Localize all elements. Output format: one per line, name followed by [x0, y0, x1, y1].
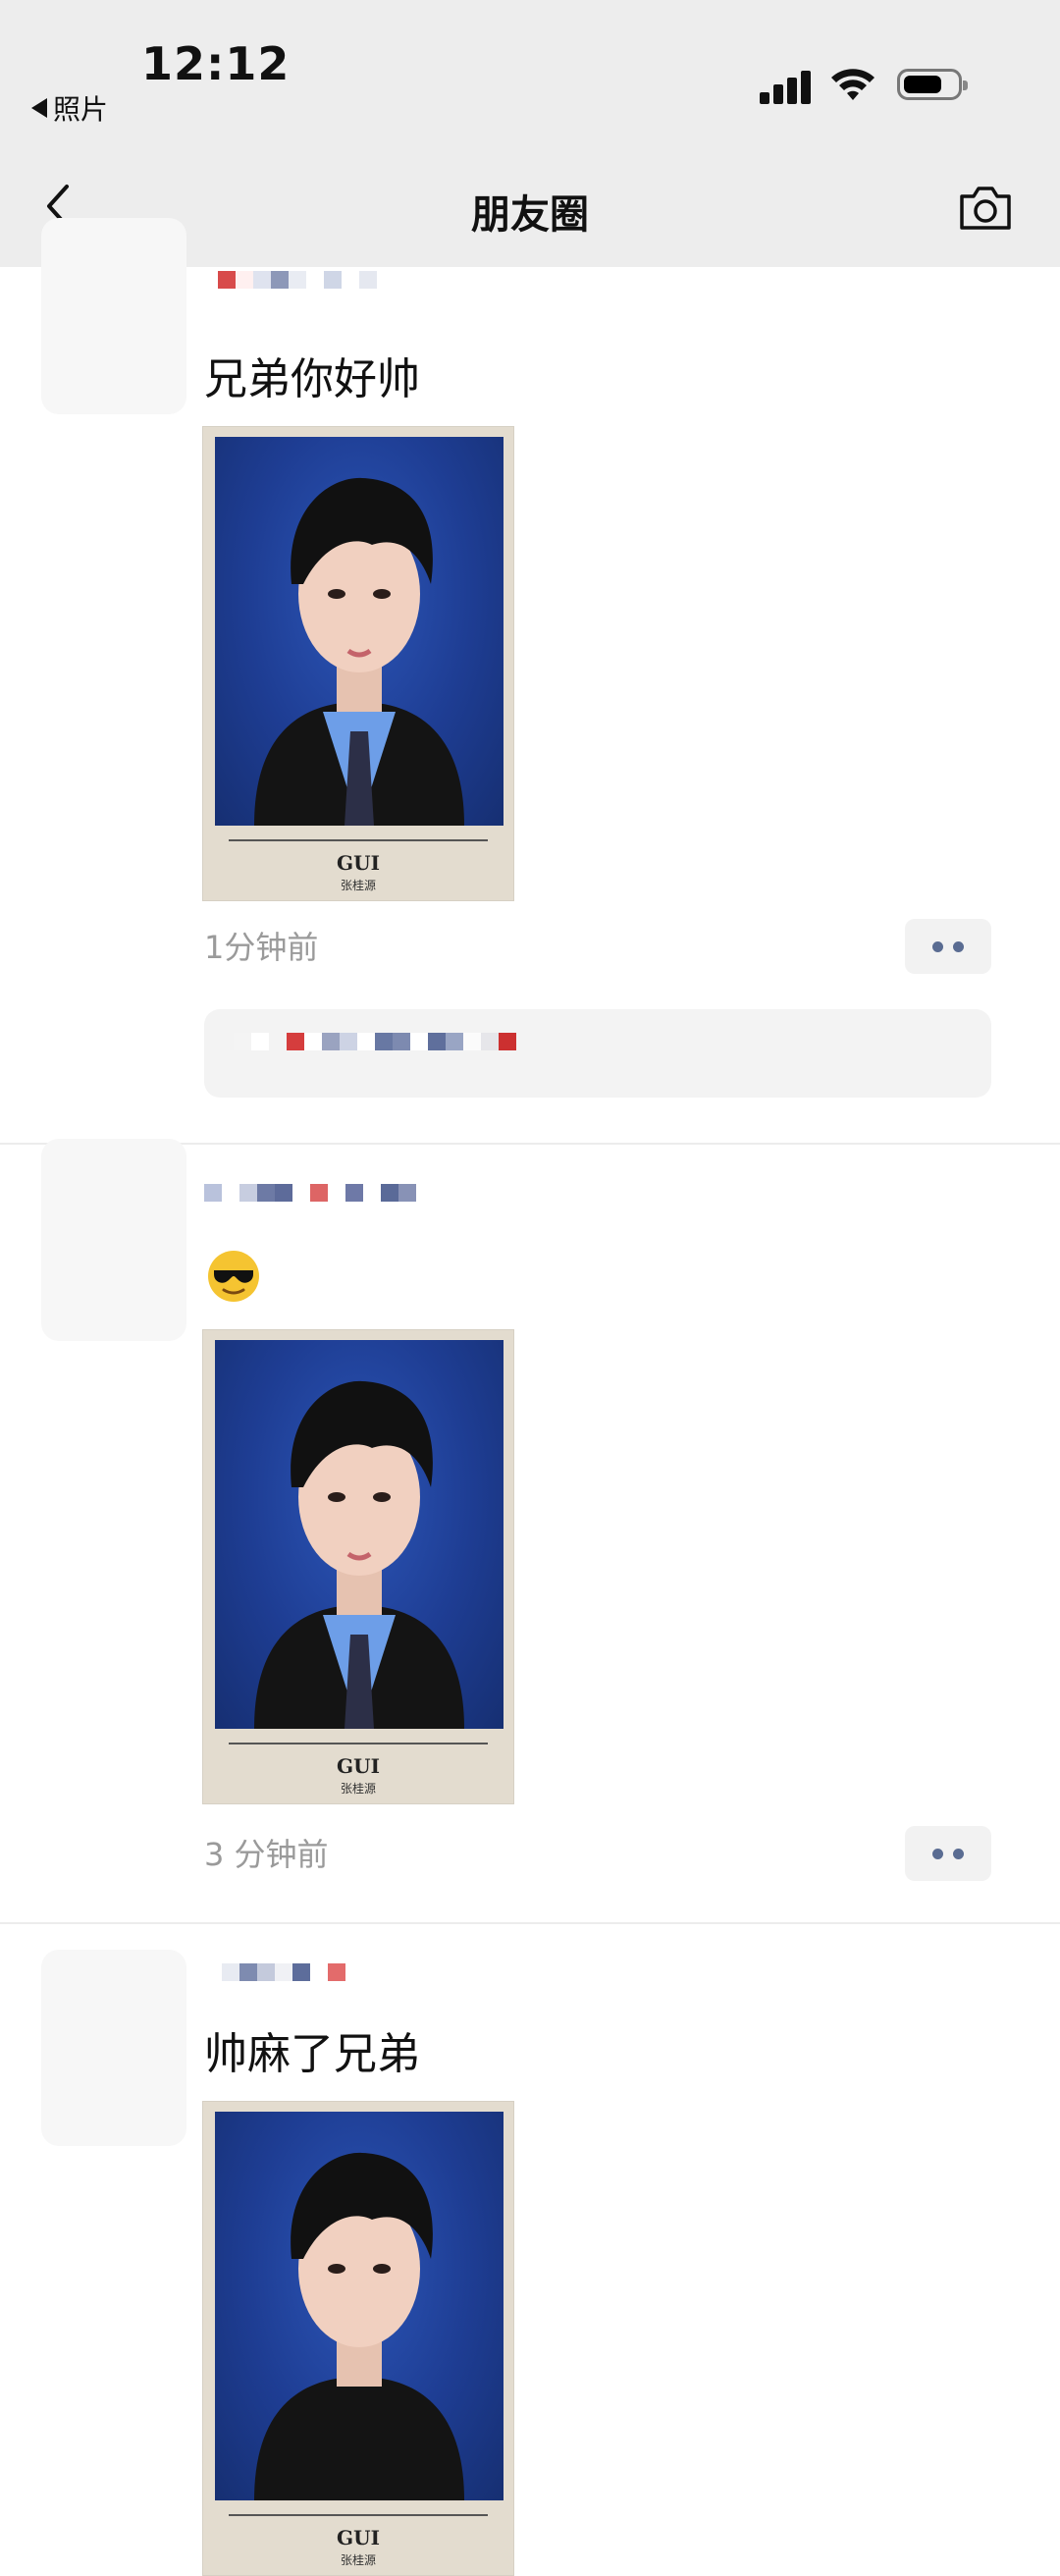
username-redacted[interactable]: [218, 271, 377, 308]
moments-feed[interactable]: 兄弟你好帅 GUI 张桂源 1分钟前 GUI 张桂源 3 分钟前 帅麻了兄弟 G…: [0, 218, 1060, 2576]
comment-redacted: [234, 1033, 516, 1070]
wifi-icon: [831, 69, 874, 100]
dot-icon: [953, 1848, 964, 1859]
back-triangle-icon: [31, 98, 47, 118]
post-photo[interactable]: GUI 张桂源: [202, 426, 514, 901]
frame-divider: [229, 1743, 488, 1744]
post-text: 兄弟你好帅: [204, 354, 420, 404]
username-redacted[interactable]: [204, 1184, 416, 1221]
username-redacted[interactable]: [204, 1963, 345, 2001]
more-actions-button[interactable]: [905, 1826, 991, 1881]
status-bar: 照片 12:12: [0, 0, 1060, 147]
avatar[interactable]: [41, 1139, 186, 1341]
dot-icon: [953, 940, 964, 952]
post-timestamp: 3 分钟前: [204, 1836, 329, 1873]
frame-divider: [229, 2514, 488, 2516]
status-time: 12:12: [141, 37, 291, 90]
post-timestamp: 1分钟前: [204, 929, 319, 966]
comment-area[interactable]: [204, 1009, 991, 1098]
dot-icon: [932, 1848, 943, 1859]
photo-caption-title: GUI: [337, 851, 380, 875]
photo-caption-title: GUI: [337, 1754, 380, 1778]
camera-icon[interactable]: [956, 183, 1015, 234]
post-photo[interactable]: GUI 张桂源: [202, 2101, 514, 2576]
moment-post: 兄弟你好帅 GUI 张桂源 1分钟前: [0, 218, 1060, 1145]
photo-caption-title: GUI: [337, 2526, 380, 2549]
photo-caption-sub: 张桂源: [340, 2553, 376, 2567]
moment-post: 帅麻了兄弟 GUI 张桂源: [0, 1924, 1060, 2576]
avatar[interactable]: [41, 1950, 186, 2146]
cellular-signal-icon: [760, 71, 813, 104]
back-app-label: 照片: [53, 93, 109, 126]
back-to-app-link[interactable]: 照片: [31, 88, 108, 128]
sunglasses-emoji-icon: [208, 1251, 259, 1302]
more-actions-button[interactable]: [905, 919, 991, 974]
avatar[interactable]: [41, 218, 186, 414]
portrait-image: [215, 1340, 504, 1729]
post-photo[interactable]: GUI 张桂源: [202, 1329, 514, 1804]
dot-icon: [932, 940, 943, 952]
photo-caption-sub: 张桂源: [340, 879, 376, 892]
portrait-image: [215, 2112, 504, 2500]
moment-post: 😎 GUI 张桂源 3 分钟前: [0, 1139, 1060, 1924]
post-text: 帅麻了兄弟: [204, 2029, 420, 2079]
battery-icon: [897, 69, 968, 100]
frame-divider: [229, 839, 488, 841]
photo-caption-sub: 张桂源: [340, 1782, 376, 1796]
portrait-image: [215, 437, 504, 826]
